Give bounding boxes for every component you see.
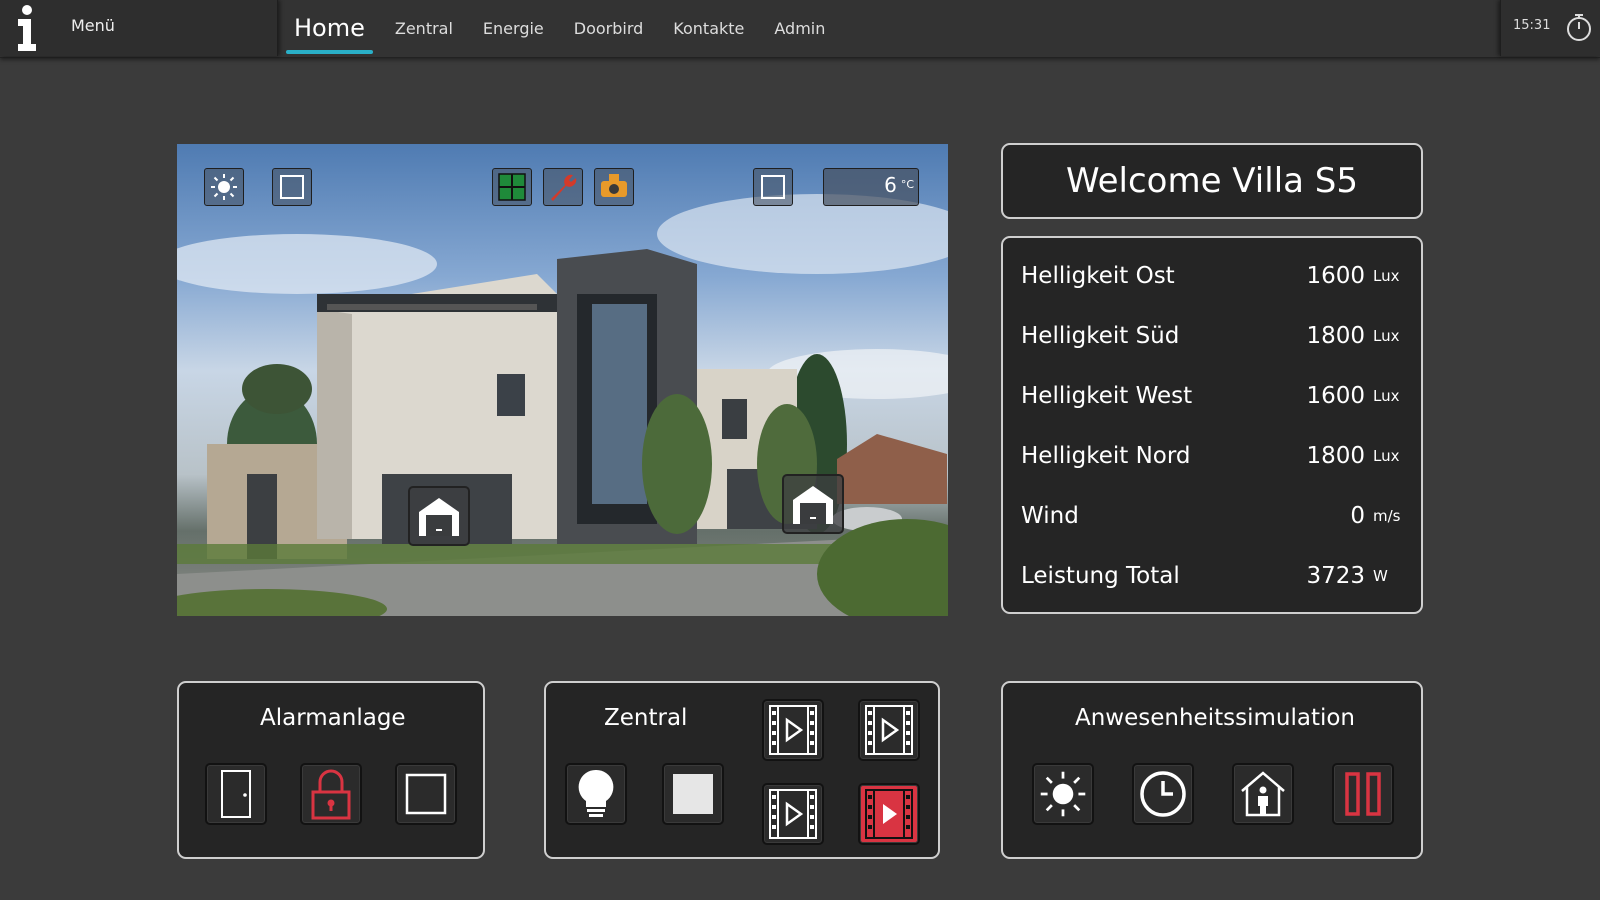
- main-nav: Home Zentral Energie Doorbird Kontakte A…: [286, 0, 855, 56]
- presence-title: Anwesenheitssimulation: [1075, 705, 1355, 731]
- square-icon: [405, 773, 447, 815]
- stat-unit: Lux: [1373, 447, 1400, 465]
- film-play-icon: [865, 705, 913, 755]
- presence-clock-button[interactable]: [1132, 763, 1194, 825]
- stat-label: Leistung Total: [1021, 563, 1180, 589]
- alarm-title: Alarmanlage: [260, 705, 406, 731]
- weather-stats-panel: Helligkeit Ost 1600 Lux Helligkeit Süd 1…: [1001, 236, 1423, 614]
- film-play-icon: [769, 789, 817, 839]
- stat-value: 1800: [1306, 323, 1365, 349]
- stat-label: Helligkeit Ost: [1021, 263, 1175, 289]
- stat-unit: Lux: [1373, 327, 1400, 345]
- alarm-panel: Alarmanlage: [177, 681, 485, 859]
- scene-1-button[interactable]: [762, 699, 824, 761]
- outdoor-button[interactable]: [753, 168, 793, 206]
- scene-4-button[interactable]: [858, 783, 920, 845]
- temperature-display: 6 °C: [823, 168, 919, 206]
- house-illustration: [177, 194, 948, 616]
- stat-row-brightness-west: Helligkeit West 1600 Lux: [1021, 376, 1403, 416]
- window-button[interactable]: [492, 168, 532, 206]
- square-icon: [761, 175, 785, 199]
- alarm-mode-button[interactable]: [395, 763, 457, 825]
- pause-icon: [1345, 772, 1381, 816]
- stop-icon: [673, 774, 713, 814]
- stat-value: 0: [1350, 503, 1365, 529]
- heating-valve-icon: [601, 174, 627, 197]
- presence-sun-button[interactable]: [1032, 763, 1094, 825]
- stat-value: 1600: [1306, 263, 1365, 289]
- stat-row-power-total: Leistung Total 3723 W: [1021, 556, 1403, 596]
- stat-row-brightness-north: Helligkeit Nord 1800 Lux: [1021, 436, 1403, 476]
- stat-value: 1800: [1306, 443, 1365, 469]
- tab-zentral[interactable]: Zentral: [395, 0, 453, 56]
- sun-icon: [211, 174, 237, 200]
- house-person-icon: [1241, 771, 1285, 817]
- timer-icon: [1567, 14, 1591, 41]
- sun-icon: [1040, 771, 1086, 817]
- stat-row-brightness-east: Helligkeit Ost 1600 Lux: [1021, 256, 1403, 296]
- lock-icon: [311, 769, 351, 820]
- menu-label: Menü: [71, 16, 115, 35]
- sun-button[interactable]: [204, 168, 244, 206]
- house-picture: 6 °C: [177, 144, 948, 616]
- stat-label: Helligkeit Nord: [1021, 443, 1191, 469]
- wrench-icon: [551, 174, 577, 201]
- stat-unit: Lux: [1373, 267, 1400, 285]
- film-play-icon: [865, 789, 913, 839]
- central-stop-button[interactable]: [662, 763, 724, 825]
- garage-left-button[interactable]: [408, 486, 470, 546]
- stat-row-brightness-south: Helligkeit Süd 1800 Lux: [1021, 316, 1403, 356]
- stat-unit: m/s: [1373, 507, 1401, 525]
- garage-icon: [419, 498, 459, 536]
- welcome-title: Welcome Villa S5: [1001, 143, 1423, 219]
- stat-value: 3723: [1306, 563, 1365, 589]
- info-icon: [18, 5, 36, 51]
- garage-right-button[interactable]: [782, 474, 844, 534]
- light-bulb-icon: [578, 769, 614, 817]
- menu-button[interactable]: Menü: [0, 0, 278, 56]
- square-icon: [280, 175, 304, 199]
- tab-energie[interactable]: Energie: [483, 0, 544, 56]
- alarm-lock-button[interactable]: [300, 763, 362, 825]
- tab-kontakte[interactable]: Kontakte: [673, 0, 744, 56]
- door-icon: [221, 770, 251, 818]
- window-icon: [498, 173, 526, 201]
- service-button[interactable]: [543, 168, 583, 206]
- stat-value: 1600: [1306, 383, 1365, 409]
- central-light-button[interactable]: [565, 763, 627, 825]
- blind-button[interactable]: [272, 168, 312, 206]
- temperature-value: 6: [884, 173, 897, 197]
- stat-label: Helligkeit West: [1021, 383, 1193, 409]
- tab-doorbird[interactable]: Doorbird: [574, 0, 644, 56]
- scene-3-button[interactable]: [762, 783, 824, 845]
- presence-house-button[interactable]: [1232, 763, 1294, 825]
- clock-time: 15:31: [1513, 18, 1551, 33]
- presence-simulation-panel: Anwesenheitssimulation: [1001, 681, 1423, 859]
- top-bar: Menü Home Zentral Energie Doorbird Konta…: [0, 0, 1600, 58]
- zentral-panel: Zentral: [544, 681, 940, 859]
- tab-home[interactable]: Home: [286, 0, 373, 56]
- presence-pause-button[interactable]: [1332, 763, 1394, 825]
- stat-unit: W: [1373, 567, 1388, 585]
- stat-label: Helligkeit Süd: [1021, 323, 1180, 349]
- stat-label: Wind: [1021, 503, 1079, 529]
- tab-admin[interactable]: Admin: [774, 0, 825, 56]
- heating-button[interactable]: [594, 168, 634, 206]
- clock-icon: [1140, 771, 1186, 817]
- stat-row-wind: Wind 0 m/s: [1021, 496, 1403, 536]
- clock-area[interactable]: 15:31: [1500, 0, 1600, 56]
- alarm-door-button[interactable]: [205, 763, 267, 825]
- garage-icon: [793, 486, 833, 524]
- zentral-title: Zentral: [604, 705, 688, 731]
- temperature-unit: °C: [900, 178, 914, 191]
- film-play-icon: [769, 705, 817, 755]
- scene-2-button[interactable]: [858, 699, 920, 761]
- stat-unit: Lux: [1373, 387, 1400, 405]
